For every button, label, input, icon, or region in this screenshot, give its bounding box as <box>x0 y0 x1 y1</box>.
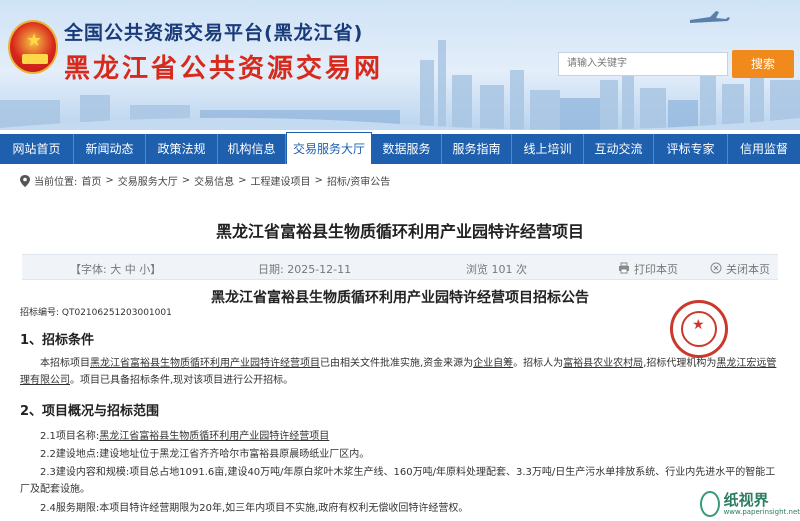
breadcrumb-trading-info[interactable]: 交易信息 <box>194 173 234 188</box>
section2-heading: 2、项目概况与招标范围 <box>20 404 160 419</box>
breadcrumb-separator: > <box>105 175 114 186</box>
header-banner: ★ 全国公共资源交易平台(黑龙江省) 黑龙江省公共资源交易网 请输入关键字 搜索 <box>0 0 800 130</box>
main-nav: 网站首页 新闻动态 政策法规 机构信息 交易服务大厅 数据服务 服务指南 线上培… <box>0 132 800 164</box>
nav-item-service-guide[interactable]: 服务指南 <box>442 134 512 164</box>
breadcrumb-trading-hall[interactable]: 交易服务大厅 <box>118 173 178 188</box>
project-name-underlined: 黑龙江省富裕县生物质循环利用产业园特许经营项目 <box>90 358 320 369</box>
close-page-link[interactable]: 关闭本页 <box>726 261 770 277</box>
breadcrumb: 当前位置: 首页 > 交易服务大厅 > 交易信息 > 工程建设项目 > 招标/资… <box>20 173 390 188</box>
fund-source-underlined: 企业自筹 <box>473 358 514 369</box>
nav-item-interaction[interactable]: 互动交流 <box>584 134 654 164</box>
item-2-4: 2.4服务期限:本项目特许经营期限为20年,如三年内项目不实施,政府有权利无偿收… <box>40 503 469 514</box>
nav-item-policy[interactable]: 政策法规 <box>146 134 218 164</box>
watermark-brand-url: www.paperinsight.net <box>723 507 800 516</box>
paperinsight-logo-icon <box>700 490 720 517</box>
tenderer-underlined: 富裕县农业农村局 <box>563 358 644 369</box>
item-2-3: 2.3建设内容和规模:项目总占地1091.6亩,建设40万吨/年原白浆叶木浆生产… <box>20 467 776 495</box>
nav-item-trading-hall[interactable]: 交易服务大厅 <box>286 132 372 164</box>
search-input[interactable]: 请输入关键字 <box>558 52 728 76</box>
breadcrumb-separator: > <box>314 175 323 186</box>
national-emblem-icon: ★ <box>8 20 58 74</box>
tender-code: 招标编号: QT02106251203001001 <box>20 308 172 318</box>
official-seal-icon: ★ <box>670 300 728 358</box>
nav-item-experts[interactable]: 评标专家 <box>654 134 728 164</box>
nav-item-news[interactable]: 新闻动态 <box>74 134 146 164</box>
font-size-switcher[interactable]: 【字体: 大 中 小】 <box>70 261 161 277</box>
nav-item-data-service[interactable]: 数据服务 <box>372 134 442 164</box>
item-2-1: 2.1项目名称:黑龙江省富裕县生物质循环利用产业园特许经营项目 <box>20 428 780 445</box>
breadcrumb-construction[interactable]: 工程建设项目 <box>251 173 311 188</box>
text-run: 已由相关文件批准实施,资金来源为 <box>320 358 474 369</box>
breadcrumb-separator: > <box>181 175 191 186</box>
breadcrumb-tender-notice[interactable]: 招标/资审公告 <box>327 173 390 188</box>
location-pin-icon <box>20 174 30 187</box>
close-icon[interactable] <box>710 262 722 274</box>
nav-item-institutions[interactable]: 机构信息 <box>218 134 286 164</box>
watermark-brand-cn: 纸视界 <box>723 490 769 509</box>
text-run: 。招标人为 <box>513 358 564 369</box>
site-title-line1: 全国公共资源交易平台(黑龙江省) <box>64 22 364 44</box>
page-title: 黑龙江省富裕县生物质循环利用产业园特许经营项目 <box>215 222 584 241</box>
nav-item-home[interactable]: 网站首页 <box>0 134 74 164</box>
print-icon[interactable] <box>618 262 630 274</box>
search-button[interactable]: 搜索 <box>732 50 794 78</box>
article-meta-bar: 【字体: 大 中 小】 日期: 2025-12-11 浏览 101 次 打印本页… <box>22 254 778 280</box>
site-title-line2: 黑龙江省公共资源交易网 <box>64 54 384 84</box>
breadcrumb-prefix: 当前位置: <box>34 177 78 188</box>
nav-item-online-training[interactable]: 线上培训 <box>512 134 584 164</box>
view-count: 浏览 101 次 <box>466 263 527 276</box>
text-run: 2.1项目名称: <box>40 431 100 442</box>
nav-item-credit[interactable]: 信用监督 <box>728 134 800 164</box>
breadcrumb-separator: > <box>238 175 247 186</box>
item-2-2: 2.2建设地点:建设地址位于黑龙江省齐齐哈尔市富裕县原晨旸纸业厂区内。 <box>40 449 370 460</box>
watermark-logo: 纸视界 www.paperinsight.net <box>700 486 800 521</box>
section1-heading: 1、招标条件 <box>20 333 95 348</box>
breadcrumb-home[interactable]: 首页 <box>81 173 101 188</box>
text-run: 本招标项目 <box>40 358 90 369</box>
section1-paragraph: 本招标项目黑龙江省富裕县生物质循环利用产业园特许经营项目已由相关文件批准实施,资… <box>20 355 780 389</box>
text-run: ,招标代理机构为 <box>643 358 717 369</box>
announcement-title: 黑龙江省富裕县生物质循环利用产业园特许经营项目招标公告 <box>211 290 589 306</box>
publish-date: 日期: 2025-12-11 <box>258 263 352 276</box>
print-page-link[interactable]: 打印本页 <box>634 261 678 277</box>
text-run: 。项目已具备招标条件,现对该项目进行公开招标。 <box>70 375 294 386</box>
project-name-underlined: 黑龙江省富裕县生物质循环利用产业园特许经营项目 <box>99 431 330 442</box>
